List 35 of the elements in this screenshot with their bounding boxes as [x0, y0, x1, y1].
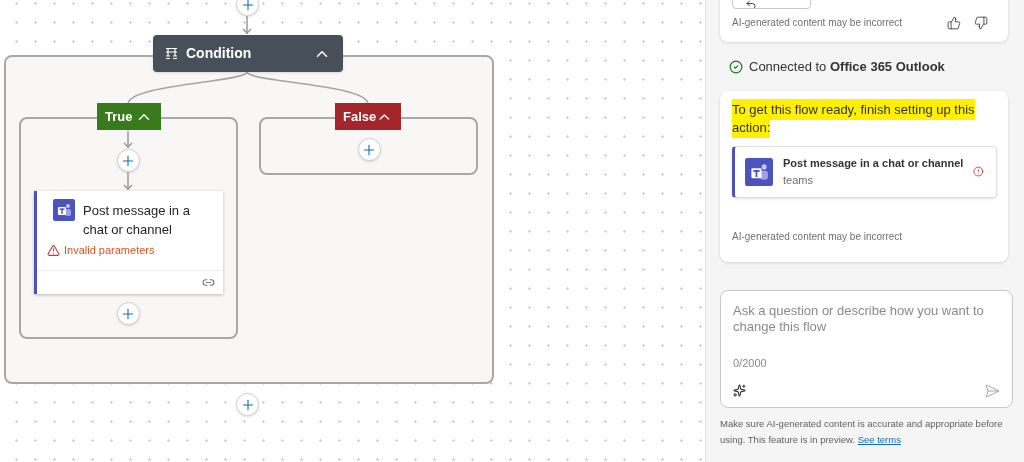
- condition-icon: [165, 47, 178, 60]
- branch-header[interactable]: True: [97, 103, 161, 130]
- character-counter: 0/2000: [733, 355, 768, 371]
- chat-input[interactable]: Ask a question or describe how you want to change this flow 0/2000: [720, 289, 1013, 408]
- connector-name: teams: [783, 172, 814, 188]
- action-card[interactable]: Post message in a chat or channel Invalid parameters: [34, 191, 223, 294]
- down-arrow: [122, 172, 133, 190]
- down-arrow: [242, 16, 252, 34]
- ai-note: AI-generated content may be incorrect: [732, 229, 904, 244]
- action-title: Post message in a chat or channel: [83, 202, 191, 239]
- teams-app-icon: [745, 157, 773, 186]
- branch-label: False: [343, 107, 377, 126]
- link-icon[interactable]: [202, 276, 215, 289]
- branch-header[interactable]: False: [335, 103, 401, 130]
- down-arrow: [122, 131, 133, 148]
- disclaimer-text: Make sure AI-generated content is accurate and appropriate before using. This feature is in preview. See terms: [720, 416, 1004, 447]
- error-message: Invalid parameters: [64, 243, 155, 258]
- error-icon: [973, 165, 984, 178]
- thumbs-down-icon[interactable]: [974, 15, 988, 30]
- connected-icon: [729, 59, 743, 74]
- action-card[interactable]: Post message in a chat or channel teams: [732, 145, 997, 198]
- warning-icon: [47, 243, 60, 257]
- sparkle-icon[interactable]: [733, 384, 746, 397]
- thumbs-up-icon[interactable]: [947, 15, 961, 30]
- send-icon[interactable]: [984, 382, 1000, 399]
- branch-label: True: [105, 107, 133, 126]
- condition-node[interactable]: Condition: [153, 35, 343, 72]
- prompt-field[interactable]: Ask a question or describe how you want to change this flow: [733, 302, 1000, 343]
- teams-app-icon: [53, 199, 75, 221]
- add-step-button[interactable]: [236, 393, 259, 416]
- terms-link[interactable]: See terms: [857, 433, 901, 445]
- action-title: Post message in a chat or channel: [783, 156, 964, 171]
- ai-note: AI-generated content may be incorrect: [732, 16, 903, 30]
- condition-title: Condition: [186, 44, 253, 63]
- connection-status: Connected to Office 365 Outlook: [749, 58, 945, 76]
